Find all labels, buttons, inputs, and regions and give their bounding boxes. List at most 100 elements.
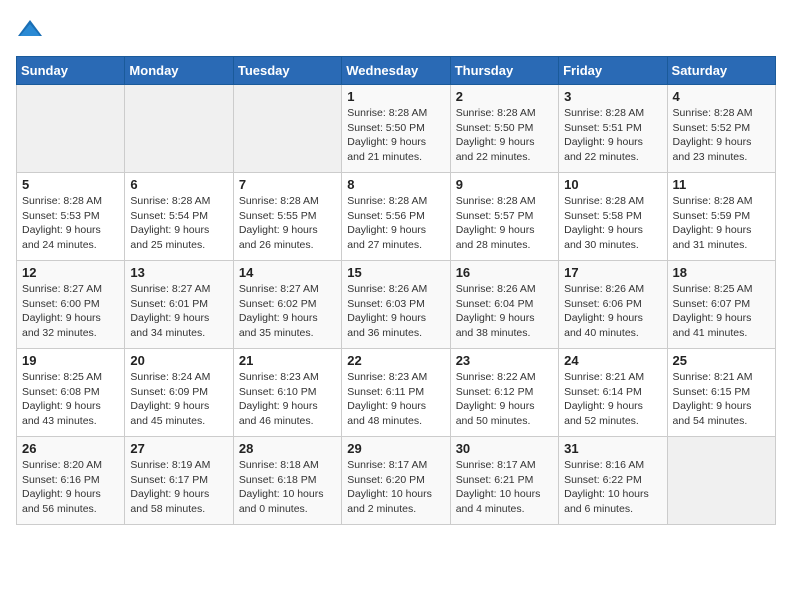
day-number: 17 bbox=[564, 265, 661, 280]
calendar-table: SundayMondayTuesdayWednesdayThursdayFrid… bbox=[16, 56, 776, 525]
calendar-day-cell: 8 Sunrise: 8:28 AM Sunset: 5:56 PM Daylig… bbox=[342, 173, 450, 261]
calendar-day-cell: 9Sunrise: 8:28 AM Sunset: 5:57 PM Daylig… bbox=[450, 173, 558, 261]
day-info: Sunrise: 8:28 AM Sunset: 5:53 PM Dayligh… bbox=[22, 194, 119, 253]
day-info: Sunrise: 8:26 AM Sunset: 6:04 PM Dayligh… bbox=[456, 282, 553, 341]
weekday-header-cell: Friday bbox=[559, 57, 667, 85]
day-info: Sunrise: 8:28 AM Sunset: 5:50 PM Dayligh… bbox=[456, 106, 553, 165]
calendar-day-cell: 25 Sunrise: 8:21 AM Sunset: 6:15 PM Dayli… bbox=[667, 349, 775, 437]
page-header bbox=[16, 16, 776, 44]
calendar-day-cell bbox=[233, 85, 341, 173]
day-info: Sunrise: 8:19 AM Sunset: 6:17 PM Dayligh… bbox=[130, 458, 227, 517]
calendar-day-cell: 5 Sunrise: 8:28 AM Sunset: 5:53 PM Daylig… bbox=[17, 173, 125, 261]
day-info: Sunrise: 8:16 AM Sunset: 6:22 PM Dayligh… bbox=[564, 458, 661, 517]
day-number: 29 bbox=[347, 441, 444, 456]
day-info: Sunrise: 8:28 AM Sunset: 5:58 PM Dayligh… bbox=[564, 194, 661, 253]
day-number: 27 bbox=[130, 441, 227, 456]
day-info: Sunrise: 8:26 AM Sunset: 6:03 PM Dayligh… bbox=[347, 282, 444, 341]
day-info: Sunrise: 8:17 AM Sunset: 6:20 PM Dayligh… bbox=[347, 458, 444, 517]
calendar-day-cell: 13 Sunrise: 8:27 AM Sunset: 6:01 PM Dayli… bbox=[125, 261, 233, 349]
day-number: 23 bbox=[456, 353, 553, 368]
calendar-day-cell: 7 Sunrise: 8:28 AM Sunset: 5:55 PM Daylig… bbox=[233, 173, 341, 261]
calendar-day-cell: 3 Sunrise: 8:28 AM Sunset: 5:51 PM Daylig… bbox=[559, 85, 667, 173]
calendar-day-cell: 14Sunrise: 8:27 AM Sunset: 6:02 PM Dayli… bbox=[233, 261, 341, 349]
calendar-week-row: 12 Sunrise: 8:27 AM Sunset: 6:00 PM Dayli… bbox=[17, 261, 776, 349]
day-info: Sunrise: 8:28 AM Sunset: 5:57 PM Dayligh… bbox=[456, 194, 553, 253]
calendar-day-cell: 31 Sunrise: 8:16 AM Sunset: 6:22 PM Dayli… bbox=[559, 437, 667, 525]
day-info: Sunrise: 8:27 AM Sunset: 6:00 PM Dayligh… bbox=[22, 282, 119, 341]
logo-icon bbox=[16, 16, 44, 44]
day-number: 8 bbox=[347, 177, 444, 192]
day-number: 10 bbox=[564, 177, 661, 192]
day-info: Sunrise: 8:25 AM Sunset: 6:07 PM Dayligh… bbox=[673, 282, 770, 341]
day-info: Sunrise: 8:28 AM Sunset: 5:56 PM Dayligh… bbox=[347, 194, 444, 253]
day-number: 22 bbox=[347, 353, 444, 368]
day-info: Sunrise: 8:18 AM Sunset: 6:18 PM Dayligh… bbox=[239, 458, 336, 517]
day-info: Sunrise: 8:21 AM Sunset: 6:14 PM Dayligh… bbox=[564, 370, 661, 429]
weekday-header-cell: Saturday bbox=[667, 57, 775, 85]
day-info: Sunrise: 8:21 AM Sunset: 6:15 PM Dayligh… bbox=[673, 370, 770, 429]
logo bbox=[16, 16, 48, 44]
weekday-header-cell: Sunday bbox=[17, 57, 125, 85]
day-info: Sunrise: 8:23 AM Sunset: 6:10 PM Dayligh… bbox=[239, 370, 336, 429]
day-number: 13 bbox=[130, 265, 227, 280]
day-info: Sunrise: 8:24 AM Sunset: 6:09 PM Dayligh… bbox=[130, 370, 227, 429]
calendar-day-cell: 28 Sunrise: 8:18 AM Sunset: 6:18 PM Dayli… bbox=[233, 437, 341, 525]
day-number: 24 bbox=[564, 353, 661, 368]
calendar-day-cell: 6 Sunrise: 8:28 AM Sunset: 5:54 PM Daylig… bbox=[125, 173, 233, 261]
day-number: 18 bbox=[673, 265, 770, 280]
day-number: 16 bbox=[456, 265, 553, 280]
day-number: 7 bbox=[239, 177, 336, 192]
weekday-header-cell: Tuesday bbox=[233, 57, 341, 85]
day-number: 11 bbox=[673, 177, 770, 192]
calendar-day-cell: 4 Sunrise: 8:28 AM Sunset: 5:52 PM Daylig… bbox=[667, 85, 775, 173]
calendar-day-cell bbox=[17, 85, 125, 173]
day-info: Sunrise: 8:17 AM Sunset: 6:21 PM Dayligh… bbox=[456, 458, 553, 517]
calendar-day-cell bbox=[667, 437, 775, 525]
day-number: 20 bbox=[130, 353, 227, 368]
day-number: 4 bbox=[673, 89, 770, 104]
day-number: 5 bbox=[22, 177, 119, 192]
calendar-week-row: 1 Sunrise: 8:28 AM Sunset: 5:50 PM Daylig… bbox=[17, 85, 776, 173]
weekday-header-cell: Thursday bbox=[450, 57, 558, 85]
day-number: 2 bbox=[456, 89, 553, 104]
calendar-day-cell: 19 Sunrise: 8:25 AM Sunset: 6:08 PM Dayli… bbox=[17, 349, 125, 437]
day-info: Sunrise: 8:27 AM Sunset: 6:01 PM Dayligh… bbox=[130, 282, 227, 341]
day-number: 6 bbox=[130, 177, 227, 192]
weekday-header-row: SundayMondayTuesdayWednesdayThursdayFrid… bbox=[17, 57, 776, 85]
day-info: Sunrise: 8:28 AM Sunset: 5:52 PM Dayligh… bbox=[673, 106, 770, 165]
calendar-day-cell bbox=[125, 85, 233, 173]
weekday-header-cell: Wednesday bbox=[342, 57, 450, 85]
calendar-day-cell: 27 Sunrise: 8:19 AM Sunset: 6:17 PM Dayli… bbox=[125, 437, 233, 525]
day-info: Sunrise: 8:25 AM Sunset: 6:08 PM Dayligh… bbox=[22, 370, 119, 429]
calendar-body: 1 Sunrise: 8:28 AM Sunset: 5:50 PM Daylig… bbox=[17, 85, 776, 525]
calendar-day-cell: 2 Sunrise: 8:28 AM Sunset: 5:50 PM Daylig… bbox=[450, 85, 558, 173]
day-info: Sunrise: 8:28 AM Sunset: 5:59 PM Dayligh… bbox=[673, 194, 770, 253]
calendar-day-cell: 22Sunrise: 8:23 AM Sunset: 6:11 PM Dayli… bbox=[342, 349, 450, 437]
day-number: 12 bbox=[22, 265, 119, 280]
day-number: 26 bbox=[22, 441, 119, 456]
calendar-day-cell: 24 Sunrise: 8:21 AM Sunset: 6:14 PM Dayli… bbox=[559, 349, 667, 437]
calendar-day-cell: 23 Sunrise: 8:22 AM Sunset: 6:12 PM Dayli… bbox=[450, 349, 558, 437]
day-number: 3 bbox=[564, 89, 661, 104]
day-info: Sunrise: 8:28 AM Sunset: 5:55 PM Dayligh… bbox=[239, 194, 336, 253]
calendar-day-cell: 16 Sunrise: 8:26 AM Sunset: 6:04 PM Dayli… bbox=[450, 261, 558, 349]
day-number: 28 bbox=[239, 441, 336, 456]
calendar-day-cell: 29 Sunrise: 8:17 AM Sunset: 6:20 PM Dayli… bbox=[342, 437, 450, 525]
calendar-day-cell: 26 Sunrise: 8:20 AM Sunset: 6:16 PM Dayli… bbox=[17, 437, 125, 525]
calendar-day-cell: 30Sunrise: 8:17 AM Sunset: 6:21 PM Dayli… bbox=[450, 437, 558, 525]
calendar-day-cell: 10 Sunrise: 8:28 AM Sunset: 5:58 PM Dayli… bbox=[559, 173, 667, 261]
day-number: 1 bbox=[347, 89, 444, 104]
day-info: Sunrise: 8:22 AM Sunset: 6:12 PM Dayligh… bbox=[456, 370, 553, 429]
day-number: 31 bbox=[564, 441, 661, 456]
calendar-week-row: 19 Sunrise: 8:25 AM Sunset: 6:08 PM Dayli… bbox=[17, 349, 776, 437]
calendar-day-cell: 15Sunrise: 8:26 AM Sunset: 6:03 PM Dayli… bbox=[342, 261, 450, 349]
calendar-day-cell: 11 Sunrise: 8:28 AM Sunset: 5:59 PM Dayli… bbox=[667, 173, 775, 261]
day-number: 19 bbox=[22, 353, 119, 368]
day-info: Sunrise: 8:20 AM Sunset: 6:16 PM Dayligh… bbox=[22, 458, 119, 517]
day-info: Sunrise: 8:28 AM Sunset: 5:54 PM Dayligh… bbox=[130, 194, 227, 253]
calendar-day-cell: 18 Sunrise: 8:25 AM Sunset: 6:07 PM Dayli… bbox=[667, 261, 775, 349]
day-info: Sunrise: 8:28 AM Sunset: 5:51 PM Dayligh… bbox=[564, 106, 661, 165]
calendar-day-cell: 17Sunrise: 8:26 AM Sunset: 6:06 PM Dayli… bbox=[559, 261, 667, 349]
calendar-day-cell: 20 Sunrise: 8:24 AM Sunset: 6:09 PM Dayli… bbox=[125, 349, 233, 437]
day-number: 25 bbox=[673, 353, 770, 368]
